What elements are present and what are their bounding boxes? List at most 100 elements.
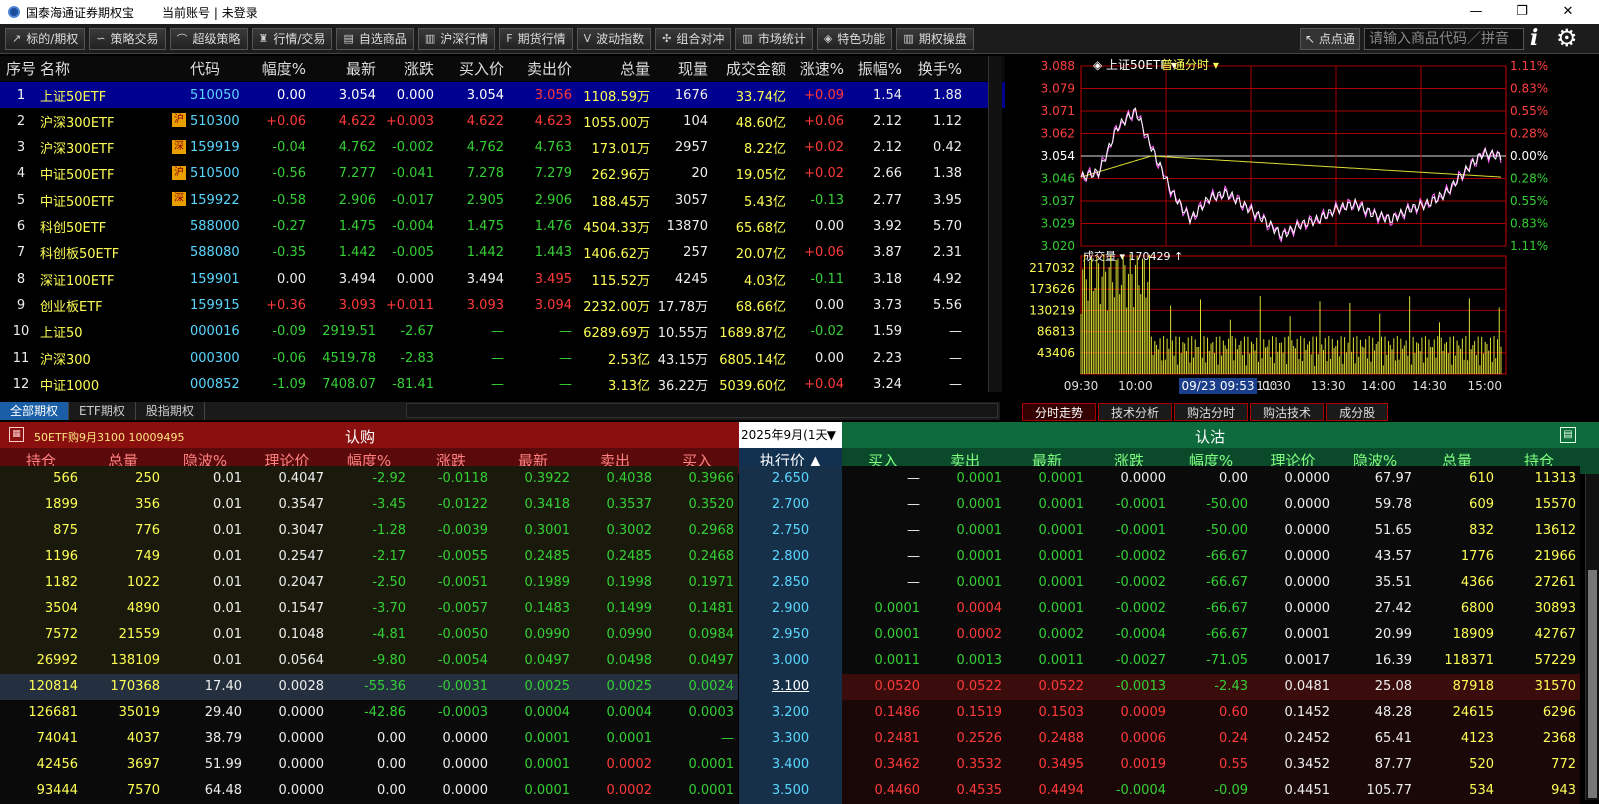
quote-header-10[interactable]: 成交金额: [710, 58, 786, 79]
table-row[interactable]: 7 科创板50ETF 588080 -0.35 1.442 -0.005 1.442 1.44…: [0, 240, 1005, 266]
quote-header-0[interactable]: 序号: [6, 58, 36, 79]
expiry-select[interactable]: 2025年9月(1天 ▼: [739, 422, 842, 448]
toolbar-button-9[interactable]: ▥ 市场统计: [735, 27, 813, 50]
quote-header-9[interactable]: 现量: [652, 58, 708, 79]
strike-cell[interactable]: 3.100: [739, 674, 842, 700]
maximize-button[interactable]: ❐: [1499, 0, 1545, 24]
toolbar-button-10[interactable]: ◈ 特色功能: [816, 27, 893, 50]
toolbar-button-8[interactable]: ✣ 组合对冲: [655, 27, 732, 50]
info-icon[interactable]: i: [1530, 25, 1538, 51]
table-row[interactable]: 4 中证500ETF 510500 -0.56 7.277 -0.041 7.278 7.27…: [0, 161, 1005, 187]
chart-tab-3[interactable]: 购沽技术: [1250, 403, 1325, 421]
toolbar-button-2[interactable]: ⌒ 超级策略: [169, 27, 248, 50]
cell-name: 沪深300: [40, 352, 91, 368]
option-row[interactable]: 93444 7570 64.48 0.0000 0.00 0.0000 0.0001 0.00…: [0, 778, 1585, 804]
option-scrollbar[interactable]: [1585, 474, 1599, 800]
chart-tab-0[interactable]: 分时走势: [1022, 403, 1097, 421]
toolbar-label: 策略交易: [110, 32, 159, 46]
toolbar-button-0[interactable]: ↗ 标的/期权: [5, 27, 86, 50]
filter-tab-0[interactable]: 全部期权: [0, 402, 70, 420]
call-cell-8: 0.3966: [656, 466, 738, 492]
strike-cell[interactable]: 3.200: [739, 700, 842, 726]
quote-header-6[interactable]: 买入价: [436, 58, 504, 79]
filter-tab-2[interactable]: 股指期权: [136, 402, 205, 420]
point-button[interactable]: ↖ 点点通: [1300, 28, 1360, 50]
table-row[interactable]: 11 沪深300 000300 -0.06 4519.78 -2.83 — — 2.53亿 43.…: [0, 345, 1005, 371]
call-cell-5: -0.0122: [410, 492, 492, 518]
option-row[interactable]: 26992 138109 0.01 0.0564 -9.80 -0.0054 0.0497 0…: [0, 648, 1585, 674]
option-row[interactable]: 566 250 0.01 0.4047 -2.92 -0.0118 0.3922 0.4038…: [0, 466, 1585, 492]
strike-cell[interactable]: 2.900: [739, 596, 842, 622]
strike-cell[interactable]: 2.700: [739, 492, 842, 518]
option-row[interactable]: 74041 4037 38.79 0.0000 0.00 0.0000 0.0001 0.00…: [0, 726, 1585, 752]
put-cell-1: 0.0522: [924, 674, 1006, 700]
strike-cell[interactable]: 3.400: [739, 752, 842, 778]
quote-header-13[interactable]: 换手%: [904, 58, 962, 79]
chart-tab-2[interactable]: 购沽分时: [1174, 403, 1249, 421]
toolbar-button-3[interactable]: ♜ 行情/交易: [251, 27, 333, 50]
quote-scrollbar[interactable]: [988, 56, 1002, 392]
toolbar-button-11[interactable]: ▥ 期权操盘: [896, 27, 974, 50]
strike-cell[interactable]: 2.650: [739, 466, 842, 492]
chart-tab-1[interactable]: 技术分析: [1098, 403, 1173, 421]
strike-cell[interactable]: 3.300: [739, 726, 842, 752]
chart-tab-4[interactable]: 成分股: [1326, 403, 1389, 421]
option-row[interactable]: 1196 749 0.01 0.2547 -2.17 -0.0055 0.2485 0.248…: [0, 544, 1585, 570]
toolbar-button-5[interactable]: ▥ 沪深行情: [417, 27, 496, 50]
cell-vol: 6289.69万: [583, 326, 650, 342]
quote-header-2[interactable]: 代码: [190, 58, 250, 79]
table-row[interactable]: 1 上证50ETF 510050 0.00 3.054 0.000 3.054 3.056 11…: [0, 82, 1005, 108]
table-row[interactable]: 6 科创50ETF 588000 -0.27 1.475 -0.004 1.475 1.476…: [0, 214, 1005, 240]
filter-tab-1[interactable]: ETF期权: [69, 402, 136, 420]
close-button[interactable]: ✕: [1545, 0, 1591, 24]
strike-cell[interactable]: 2.750: [739, 518, 842, 544]
quote-header-1[interactable]: 名称: [40, 58, 170, 79]
put-cell-0: —: [842, 570, 924, 596]
option-row[interactable]: 126681 35019 29.40 0.0000 -42.86 -0.0003 0.000…: [0, 700, 1585, 726]
table-row[interactable]: 5 中证500ETF 159922 -0.58 2.906 -0.017 2.905 2.90…: [0, 187, 1005, 213]
table-row[interactable]: 12 中证1000 000852 -1.09 7408.07 -81.41 — — 3.13亿 3…: [0, 371, 1005, 397]
gear-icon[interactable]: ⚙: [1556, 24, 1578, 52]
minimize-button[interactable]: —: [1453, 0, 1499, 24]
toolbar-button-7[interactable]: V 波动指数: [576, 27, 652, 50]
search-input[interactable]: 请输入商品代码／拼音: [1364, 28, 1524, 50]
table-row[interactable]: 9 创业板ETF 159915 +0.36 3.093 +0.011 3.093 3.094 2…: [0, 292, 1005, 318]
toolbar-button-4[interactable]: ▤ 自选商品: [336, 27, 414, 50]
put-cell-3: 0.0019: [1088, 752, 1170, 778]
quote-header-11[interactable]: 涨速%: [788, 58, 844, 79]
table-row[interactable]: 10 上证50 000016 -0.09 2919.51 -2.67 — — 6289.69万 1…: [0, 319, 1005, 345]
table-row[interactable]: 3 沪深300ETF 159919 -0.04 4.762 -0.002 4.762 4.76…: [0, 135, 1005, 161]
strike-cell[interactable]: 2.850: [739, 570, 842, 596]
strike-cell[interactable]: 3.500: [739, 778, 842, 804]
toolbar-button-1[interactable]: ∽ 策略交易: [89, 27, 166, 50]
option-row[interactable]: 120814 170368 17.40 0.0028 -55.36 -0.0031 0.00…: [0, 674, 1585, 700]
cell-chg: 0.000: [396, 87, 434, 103]
put-cell-2: 0.3495: [1006, 752, 1088, 778]
option-row[interactable]: 7572 21559 0.01 0.1048 -4.81 -0.0050 0.0990 0.0…: [0, 622, 1585, 648]
table-row[interactable]: 8 深证100ETF 159901 0.00 3.494 0.000 3.494 3.495 1…: [0, 266, 1005, 292]
scroll-thumb[interactable]: [1588, 570, 1597, 798]
quote-header-7[interactable]: 卖出价: [506, 58, 572, 79]
table-row[interactable]: 2 沪深300ETF 510300 +0.06 4.622 +0.003 4.622 4.62…: [0, 108, 1005, 134]
quote-header-3[interactable]: 幅度%: [252, 58, 306, 79]
strike-cell[interactable]: 2.950: [739, 622, 842, 648]
horizontal-scrollbar[interactable]: [406, 403, 998, 418]
strike-cell[interactable]: 2.800: [739, 544, 842, 570]
quote-header-4[interactable]: 最新: [308, 58, 376, 79]
put-cell-4: -50.00: [1170, 518, 1252, 544]
grid-icon[interactable]: ▤: [1560, 427, 1576, 443]
quote-header-5[interactable]: 涨跌: [378, 58, 434, 79]
option-row[interactable]: 3504 4890 0.01 0.1547 -3.70 -0.0057 0.1483 0.14…: [0, 596, 1585, 622]
quote-header-12[interactable]: 振幅%: [846, 58, 902, 79]
option-row[interactable]: 875 776 0.01 0.3047 -1.28 -0.0039 0.3001 0.3002…: [0, 518, 1585, 544]
option-row[interactable]: 1899 356 0.01 0.3547 -3.45 -0.0122 0.3418 0.353…: [0, 492, 1585, 518]
put-cell-2: 0.2488: [1006, 726, 1088, 752]
option-row[interactable]: 42456 3697 51.99 0.0000 0.00 0.0000 0.0001 0.00…: [0, 752, 1585, 778]
toolbar-button-6[interactable]: F 期货行情: [499, 27, 573, 50]
quote-header-8[interactable]: 总量: [574, 58, 650, 79]
strike-cell[interactable]: 3.000: [739, 648, 842, 674]
calendar-icon[interactable]: ▦: [9, 427, 24, 442]
call-cell-2: 0.01: [164, 466, 246, 492]
account-status[interactable]: 当前账号 | 未登录: [162, 4, 258, 21]
option-row[interactable]: 1182 1022 0.01 0.2047 -2.50 -0.0051 0.1989 0.19…: [0, 570, 1585, 596]
